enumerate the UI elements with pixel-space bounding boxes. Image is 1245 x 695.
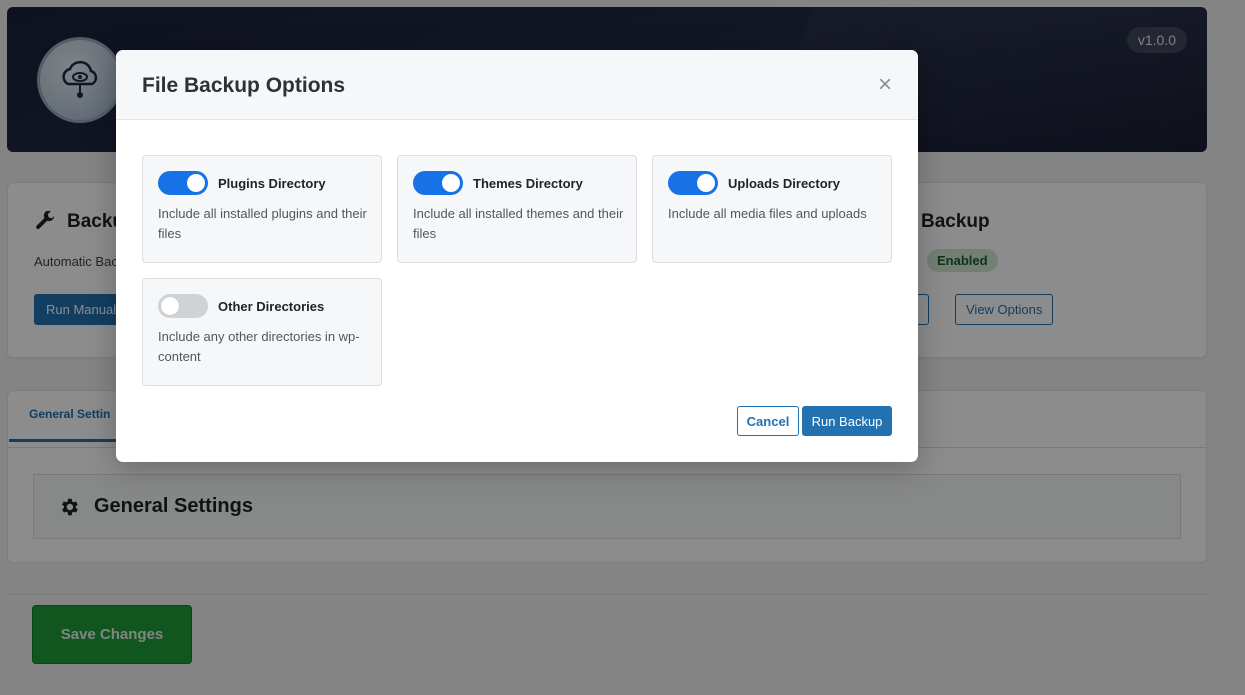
- option-description: Include any other directories in wp-cont…: [158, 329, 360, 364]
- modal-title: File Backup Options: [142, 74, 346, 97]
- option-label: Themes Directory: [473, 175, 583, 191]
- option-card-uploads: Uploads Directory Include all media file…: [652, 155, 892, 263]
- other-directories-toggle[interactable]: [158, 294, 208, 318]
- file-backup-options-modal: File Backup Options × Plugins Directory …: [116, 50, 918, 462]
- option-card-other: Other Directories Include any other dire…: [142, 278, 382, 386]
- run-backup-button[interactable]: Run Backup: [802, 406, 892, 436]
- modal-header: File Backup Options ×: [116, 50, 918, 120]
- close-icon[interactable]: ×: [878, 73, 892, 97]
- option-label: Other Directories: [218, 298, 325, 314]
- option-label: Plugins Directory: [218, 175, 326, 191]
- option-description: Include all media files and uploads: [668, 206, 867, 221]
- option-label: Uploads Directory: [728, 175, 840, 191]
- option-card-themes: Themes Directory Include all installed t…: [397, 155, 637, 263]
- themes-toggle[interactable]: [413, 171, 463, 195]
- option-description: Include all installed themes and their f…: [413, 206, 624, 241]
- uploads-toggle[interactable]: [668, 171, 718, 195]
- option-description: Include all installed plugins and their …: [158, 206, 367, 241]
- cancel-button[interactable]: Cancel: [737, 406, 799, 436]
- plugins-toggle[interactable]: [158, 171, 208, 195]
- option-card-plugins: Plugins Directory Include all installed …: [142, 155, 382, 263]
